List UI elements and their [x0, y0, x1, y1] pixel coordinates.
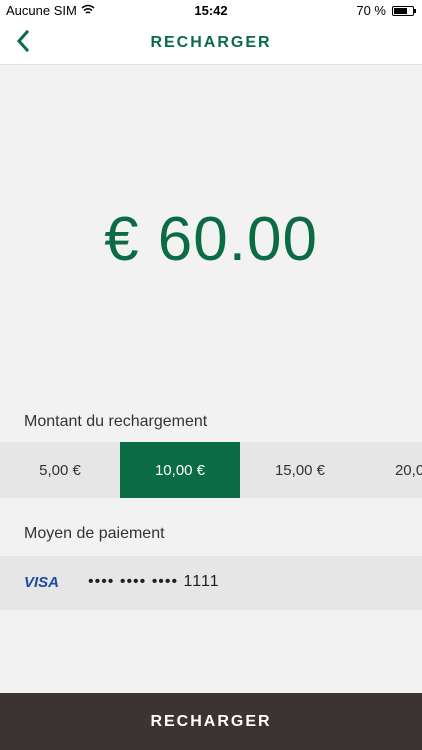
amount-option-20[interactable]: 20,00 € [360, 442, 422, 498]
status-right: 70 % [356, 3, 416, 18]
battery-fill [394, 7, 407, 14]
amount-option-15[interactable]: 15,00 € [240, 442, 360, 498]
payment-method-row[interactable]: VISA •••• •••• •••• 1111 [0, 556, 422, 610]
balance-amount: € 60.00 [104, 205, 318, 274]
payment-method-label: Moyen de paiement [24, 525, 165, 542]
navigation-bar: RECHARGER [0, 22, 422, 65]
visa-logo-icon: VISA [24, 574, 60, 591]
topup-amount-selector[interactable]: 5,00 € 10,00 € 15,00 € 20,00 € [0, 442, 422, 498]
battery-icon [392, 5, 416, 16]
recharge-button[interactable]: RECHARGER [0, 693, 422, 750]
topup-amount-label: Montant du rechargement [24, 413, 208, 430]
status-bar: Aucune SIM 15:42 70 % [0, 0, 422, 22]
page-title: RECHARGER [150, 34, 272, 51]
amount-option-5[interactable]: 5,00 € [0, 442, 120, 498]
card-number: •••• •••• •••• 1111 [88, 573, 220, 590]
battery-percent: 70 % [356, 3, 386, 18]
amount-option-10[interactable]: 10,00 € [120, 442, 240, 498]
